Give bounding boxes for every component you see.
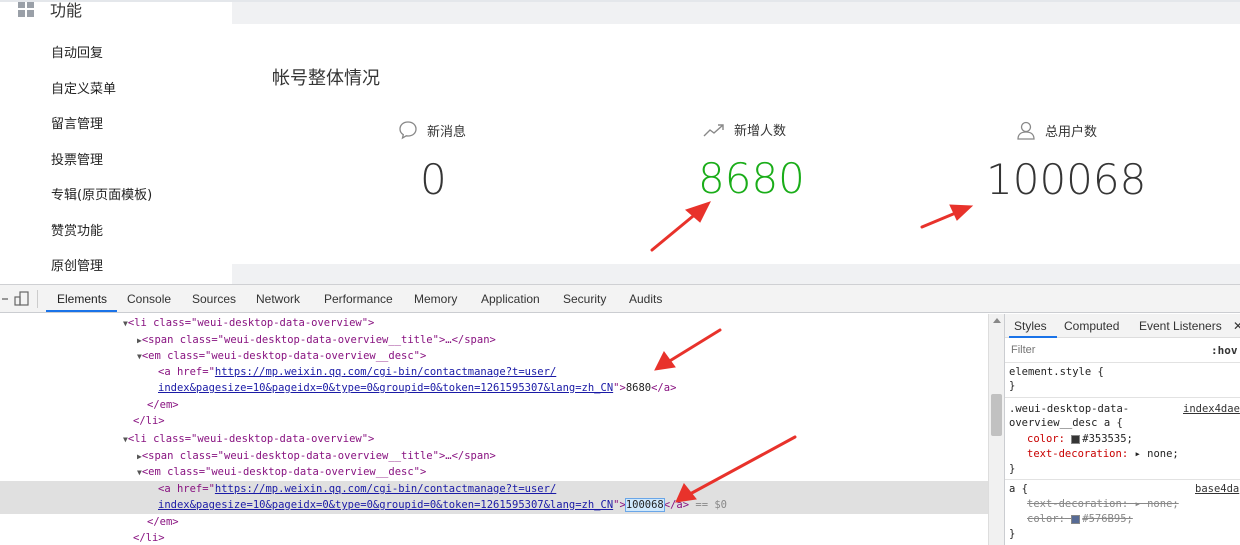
css-declaration-overridden[interactable]: text-decoration: ▸ none; <box>1027 497 1179 511</box>
rule-selector[interactable]: overview__desc a { <box>1009 416 1123 430</box>
trend-up-icon <box>703 123 724 136</box>
href-link[interactable]: https://mp.weixin.qq.com/cgi-bin/contact… <box>215 366 556 378</box>
stat-label: 总用户数 <box>1045 124 1098 140</box>
href-link[interactable]: index&pagesize=10&pageidx=0&type=0&group… <box>158 499 613 511</box>
sidebar-section-title: 功能 <box>50 1 83 20</box>
admin-page: 功能 自动回复 自定义菜单 留言管理 投票管理 专辑(原页面模板) 赞赏功能 原… <box>0 0 1240 284</box>
sidebar-section-header: 功能 <box>18 0 82 20</box>
color-swatch-icon[interactable] <box>1071 514 1081 524</box>
sidebar-item-votes[interactable]: 投票管理 <box>51 149 103 168</box>
stat-new-messages: 新消息 0 <box>398 120 598 204</box>
color-swatch-icon[interactable] <box>1071 434 1081 444</box>
dom-node-em-close: </em> <box>147 516 179 528</box>
tab-computed[interactable]: Computed <box>1064 319 1119 333</box>
selected-text-node[interactable]: 100068 <box>624 498 665 512</box>
tab-memory[interactable]: Memory <box>414 292 457 306</box>
rule-selector[interactable]: a { <box>1009 482 1028 496</box>
scroll-thumb[interactable] <box>991 394 1002 436</box>
overview-title: 帐号整体情况 <box>272 68 380 89</box>
dom-node-a-cont[interactable]: index&pagesize=10&pageidx=0&type=0&group… <box>158 380 676 396</box>
sidebar-item-comments[interactable]: 留言管理 <box>51 113 103 132</box>
stat-value-link[interactable]: 8680 <box>698 155 903 203</box>
dom-node-em-close: </em> <box>147 399 179 411</box>
href-link[interactable]: index&pagesize=10&pageidx=0&type=0&group… <box>158 382 613 394</box>
dom-node-li-close: </li> <box>133 415 165 427</box>
tab-styles[interactable]: Styles <box>1014 319 1047 333</box>
hov-toggle[interactable]: :hov <box>1211 344 1238 357</box>
dom-tree: ▼<li class="weui-desktop-data-overview">… <box>0 314 988 545</box>
grid-icon <box>18 1 34 17</box>
styles-pane: Styles Computed Event Listeners ✕ :hov e… <box>1004 314 1240 545</box>
sidebar-item-albums[interactable]: 专辑(原页面模板) <box>51 184 152 203</box>
css-declaration-overridden[interactable]: color: #576B95; <box>1027 512 1133 526</box>
top-border <box>0 0 1240 2</box>
active-tab-indicator <box>1009 336 1057 338</box>
stat-new-followers: 新增人数 8680 <box>698 120 903 203</box>
dom-node-li[interactable]: ▼<li class="weui-desktop-data-overview"> <box>123 431 374 447</box>
stat-label: 新消息 <box>427 124 467 140</box>
dom-scrollbar[interactable] <box>988 314 1004 545</box>
css-declaration[interactable]: color: #353535; <box>1027 432 1133 446</box>
tab-performance[interactable]: Performance <box>324 292 393 306</box>
inspect-icon[interactable] <box>0 291 10 307</box>
active-tab-indicator <box>46 310 117 312</box>
tab-network[interactable]: Network <box>256 292 300 306</box>
dom-node-li[interactable]: ▼<li class="weui-desktop-data-overview"> <box>123 315 374 331</box>
devtools: Elements Console Sources Network Perform… <box>0 284 1240 545</box>
sidebar-item-original[interactable]: 原创管理 <box>51 255 103 274</box>
console-ref: == $0 <box>695 499 727 511</box>
stat-label: 新增人数 <box>734 124 787 139</box>
dom-node-a[interactable]: <a href="https://mp.weixin.qq.com/cgi-bi… <box>158 481 556 497</box>
stat-total-users: 总用户数 100068 <box>986 120 1216 204</box>
href-link[interactable]: https://mp.weixin.qq.com/cgi-bin/contact… <box>215 483 556 495</box>
element-style-rule[interactable]: element.style { <box>1009 365 1104 379</box>
sidebar-item-auto-reply[interactable]: 自动回复 <box>51 42 103 61</box>
tab-elements[interactable]: Elements <box>57 292 107 306</box>
rule-source-link[interactable]: base4da <box>1195 482 1239 496</box>
tab-console[interactable]: Console <box>127 292 171 306</box>
dom-node-span[interactable]: ▶<span class="weui-desktop-data-overview… <box>137 448 496 464</box>
scroll-up-icon[interactable] <box>993 318 1001 323</box>
tab-event-listeners[interactable]: Event Listeners <box>1139 319 1222 333</box>
devtools-tabbar: Elements Console Sources Network Perform… <box>0 285 1240 313</box>
dom-node-em[interactable]: ▼<em class="weui-desktop-data-overview__… <box>137 348 426 364</box>
rule-selector[interactable]: .weui-desktop-data- <box>1009 402 1129 416</box>
tab-application[interactable]: Application <box>481 292 540 306</box>
stat-value-link[interactable]: 100068 <box>986 156 1216 204</box>
dom-node-span[interactable]: ▶<span class="weui-desktop-data-overview… <box>137 332 496 348</box>
tab-sources[interactable]: Sources <box>192 292 236 306</box>
tab-audits[interactable]: Audits <box>629 292 662 306</box>
stat-value: 0 <box>420 155 447 204</box>
rule-source-link[interactable]: index4dae <box>1183 402 1240 416</box>
styles-filter-input[interactable] <box>1007 341 1203 359</box>
dom-node-li-close: </li> <box>133 532 165 544</box>
user-icon <box>1017 121 1035 140</box>
sidebar: 功能 自动回复 自定义菜单 留言管理 投票管理 专辑(原页面模板) 赞赏功能 原… <box>0 0 232 284</box>
text-node[interactable]: 8680 <box>626 382 651 394</box>
dom-node-a[interactable]: <a href="https://mp.weixin.qq.com/cgi-bi… <box>158 364 556 380</box>
close-icon[interactable]: ✕ <box>1233 319 1240 333</box>
device-toolbar-icon[interactable] <box>14 291 30 307</box>
css-declaration[interactable]: text-decoration: ▸ none; <box>1027 447 1179 461</box>
sidebar-item-rewards[interactable]: 赞赏功能 <box>51 220 103 239</box>
sidebar-item-custom-menu[interactable]: 自定义菜单 <box>51 78 116 97</box>
overview-panel: 帐号整体情况 新消息 0 新增人数 8680 总用户数 100068 <box>232 24 1240 264</box>
styles-tabbar: Styles Computed Event Listeners ✕ <box>1005 314 1240 338</box>
dom-node-em[interactable]: ▼<em class="weui-desktop-data-overview__… <box>137 464 426 480</box>
tab-divider <box>37 290 38 308</box>
dom-node-a-cont[interactable]: index&pagesize=10&pageidx=0&type=0&group… <box>158 497 727 513</box>
chat-bubble-icon <box>399 121 417 140</box>
tab-security[interactable]: Security <box>563 292 606 306</box>
